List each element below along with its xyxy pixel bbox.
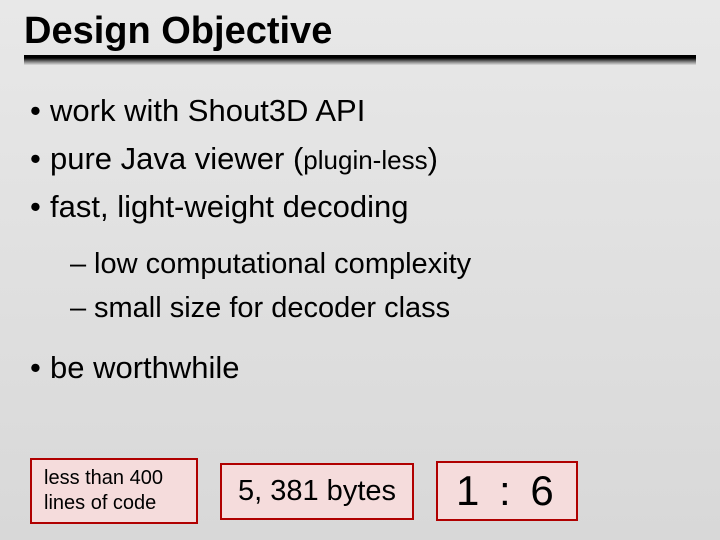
bullet-text: be worthwhile bbox=[50, 350, 240, 385]
sub-bullet-text: low computational complexity bbox=[94, 248, 471, 280]
box-line: lines of code bbox=[44, 491, 184, 516]
bullet-text: fast, light-weight decoding bbox=[50, 189, 408, 224]
bullet-paren: plugin-less bbox=[303, 145, 427, 175]
bullet-text: ) bbox=[428, 141, 438, 176]
slide: Design Objective work with Shout3D API p… bbox=[0, 0, 720, 540]
lines-of-code-box: less than 400 lines of code bbox=[30, 458, 198, 524]
box-text: 5, 381 bytes bbox=[238, 475, 396, 508]
bullet-item: be worthwhile bbox=[30, 344, 696, 392]
bullet-list: work with Shout3D API pure Java viewer (… bbox=[24, 87, 696, 231]
sub-bullet-item: small size for decoder class bbox=[70, 287, 696, 331]
callout-boxes: less than 400 lines of code 5, 381 bytes… bbox=[30, 458, 578, 524]
sub-bullet-list: low computational complexity small size … bbox=[24, 243, 696, 330]
box-text: 1 : 6 bbox=[456, 467, 558, 515]
sub-bullet-item: low computational complexity bbox=[70, 243, 696, 287]
bullet-item: work with Shout3D API bbox=[30, 87, 696, 135]
ratio-box: 1 : 6 bbox=[436, 461, 578, 521]
sub-bullet-text: small size for decoder class bbox=[94, 292, 450, 324]
title-underline bbox=[24, 55, 696, 65]
bullet-item: pure Java viewer (plugin-less) bbox=[30, 135, 696, 183]
bullet-text: work with Shout3D API bbox=[50, 93, 365, 128]
bullet-list-2: be worthwhile bbox=[24, 344, 696, 392]
bytes-box: 5, 381 bytes bbox=[220, 463, 414, 520]
slide-title: Design Objective bbox=[24, 10, 696, 53]
box-line: less than 400 bbox=[44, 466, 184, 491]
bullet-text: pure Java viewer ( bbox=[50, 141, 303, 176]
bullet-item: fast, light-weight decoding bbox=[30, 183, 696, 231]
